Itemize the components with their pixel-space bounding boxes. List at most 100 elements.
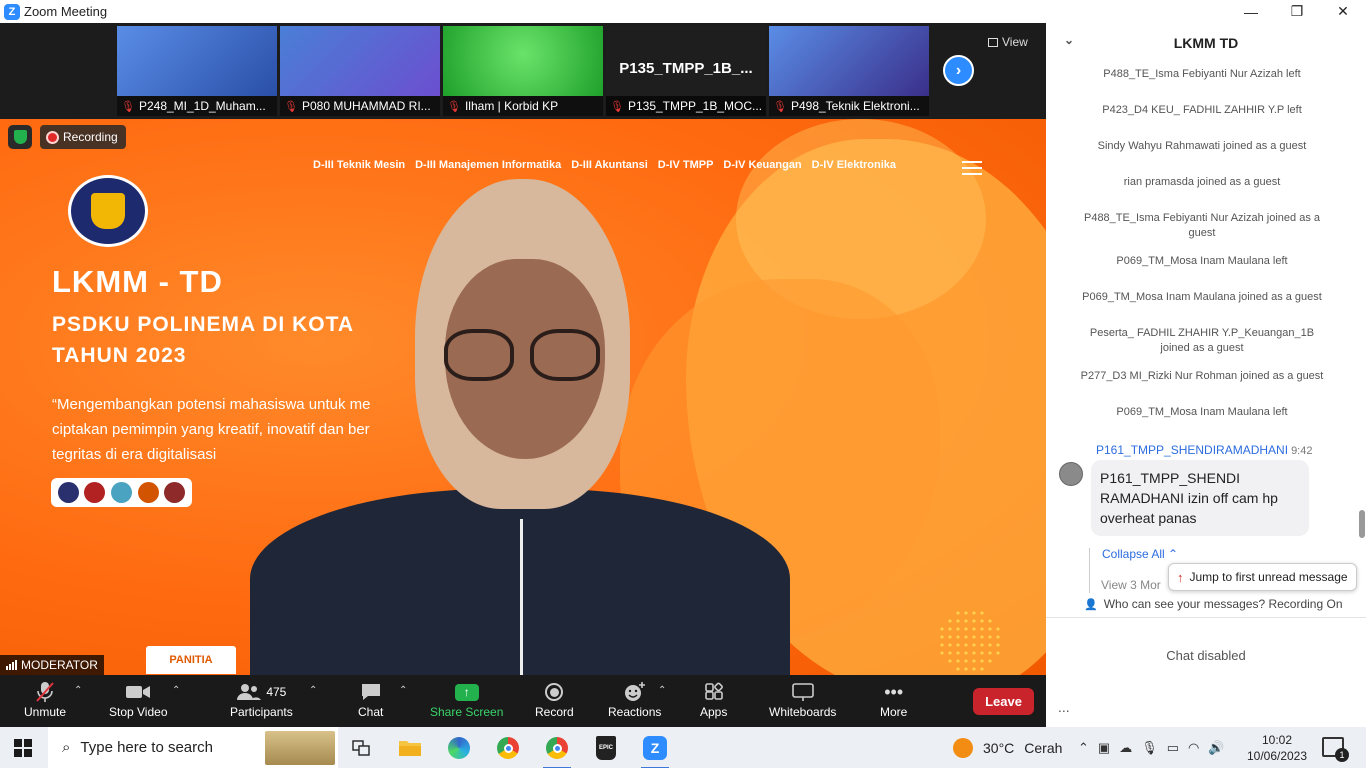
participants-button[interactable]: 475 ⌃ Participants (230, 679, 317, 719)
slide-nav-link: D-IV TMPP (657, 159, 714, 171)
taskbar-search-box[interactable]: ⌕ Type here to search (48, 727, 338, 768)
message-time: 9:42 (1291, 445, 1313, 457)
recording-indicator[interactable]: Recording (40, 125, 126, 149)
leave-button[interactable]: Leave (973, 688, 1034, 715)
partner-logos (51, 478, 192, 507)
view-button[interactable]: View (988, 35, 1028, 49)
apps-icon (704, 679, 724, 705)
share-screen-label: Share Screen (430, 705, 504, 719)
participants-options-chevron-icon[interactable]: ⌃ (309, 685, 317, 696)
notification-count-badge: 1 (1335, 748, 1349, 762)
participant-thumbnail-strip: 🎙 P248_MI_1D_Muham... 🎙 P080 MUHAMMAD RI..… (0, 23, 1046, 119)
edge-browser-icon[interactable] (445, 734, 473, 762)
system-message: Sindy Wahyu Rahmawati joined as a guest (1097, 140, 1307, 152)
jump-label: Jump to first unread message (1189, 570, 1348, 584)
jump-to-unread-button[interactable]: ↑ Jump to first unread message (1168, 563, 1357, 591)
panitia-label: PANITIA (146, 646, 236, 674)
collapse-all-link[interactable]: Collapse All ⌃ (1102, 547, 1178, 561)
battery-icon[interactable]: ▭ (1167, 740, 1179, 756)
participant-display-name: P135_TMPP_1B_... (619, 60, 753, 77)
system-message: P069_TM_Mosa Inam Maulana left (1116, 255, 1288, 267)
chat-disabled-text: Chat disabled (1166, 648, 1246, 663)
task-view-icon[interactable] (347, 734, 375, 762)
emoji-plus-icon (623, 679, 647, 705)
record-button[interactable]: Record (535, 679, 574, 719)
share-screen-button[interactable]: ↑ Share Screen (430, 679, 503, 719)
apps-button[interactable]: Apps (700, 679, 727, 719)
chrome-icon[interactable] (494, 734, 522, 762)
slide-nav-links: D-III Teknik Mesin D-III Manajemen Infor… (313, 159, 896, 171)
video-feed (769, 26, 929, 96)
system-message: P488_TE_Isma Febiyanti Nur Azizah left (1103, 68, 1301, 80)
reactions-button[interactable]: ⌃ Reactions (608, 679, 666, 719)
clock-time: 10:02 (1261, 733, 1293, 747)
next-page-arrow-icon[interactable]: › (943, 55, 974, 86)
participant-name: P080 MUHAMMAD RI... (301, 99, 431, 113)
file-explorer-icon[interactable] (396, 734, 424, 762)
polinema-emblem-logo (68, 175, 148, 247)
audio-options-chevron-icon[interactable]: ⌃ (74, 685, 82, 696)
wifi-icon[interactable]: ◠ (1188, 740, 1199, 756)
avatar (1059, 462, 1083, 486)
grid-icon (988, 37, 998, 47)
chat-bubble-icon (360, 679, 382, 705)
participant-thumbnail[interactable]: 🎙 P248_MI_1D_Muham... (117, 26, 277, 116)
taskbar-clock[interactable]: 10:02 10/06/2023 (1246, 732, 1308, 764)
slide-nav-link: D-III Manajemen Informatika (415, 159, 562, 171)
show-hidden-icons-chevron-icon[interactable]: ⌃ (1078, 740, 1089, 756)
video-options-chevron-icon[interactable]: ⌃ (172, 685, 180, 696)
windows-start-icon[interactable] (14, 739, 32, 757)
weather-widget[interactable]: 30°C Cerah (953, 727, 1062, 768)
unmute-button[interactable]: ⌃ Unmute (24, 679, 82, 719)
epic-games-icon[interactable]: EPIC (592, 734, 620, 762)
slide-nav-link: D-IV Elektronika (811, 159, 897, 171)
zoom-app-icon[interactable]: Z (641, 734, 669, 768)
who-can-see-label: Who can see your messages? Recording On (1103, 597, 1343, 611)
volume-icon[interactable]: 🔊 (1208, 740, 1224, 756)
notification-center-icon[interactable]: 1 (1322, 737, 1349, 762)
chat-more-options-button[interactable]: ... (1058, 699, 1070, 715)
microphone-icon[interactable]: 🎙 (1141, 740, 1158, 756)
encryption-shield-icon[interactable] (8, 125, 32, 149)
camera-icon[interactable]: ▣ (1098, 740, 1110, 756)
minimize-button[interactable]: — (1228, 0, 1274, 23)
participant-thumbnail[interactable]: 🎙 Ilham | Korbid KP (443, 26, 603, 116)
participant-thumbnail[interactable]: P135_TMPP_1B_... 🎙 P135_TMPP_1B_MOC... (606, 26, 766, 116)
participant-thumbnail[interactable]: 🎙 P080 MUHAMMAD RI... (280, 26, 440, 116)
view-label: View (1002, 35, 1028, 49)
divider (1046, 617, 1366, 618)
close-button[interactable]: ✕ (1320, 0, 1366, 23)
view-more-replies-link[interactable]: View 3 Mor (1101, 578, 1161, 592)
system-message: Peserta_ FADHIL ZHAHIR Y.P_Keuangan_1B j… (1089, 327, 1315, 354)
stop-video-label: Stop Video (109, 705, 168, 719)
chat-button[interactable]: ⌃ Chat (358, 679, 407, 719)
whiteboards-label: Whiteboards (769, 705, 837, 719)
speaker-name-tag: MODERATOR (0, 655, 104, 675)
search-placeholder: Type here to search (80, 739, 213, 756)
chat-options-chevron-icon[interactable]: ⌃ (399, 685, 407, 696)
chrome-icon[interactable] (543, 734, 571, 768)
record-label: Record (535, 705, 574, 719)
participant-name: P248_MI_1D_Muham... (138, 99, 266, 113)
muted-mic-icon: 🎙 (284, 100, 298, 113)
recording-dot-icon (48, 132, 57, 142)
more-label: More (880, 705, 908, 719)
sender-name[interactable]: P161_TMPP_SHENDIRAMADHANI (1096, 443, 1288, 457)
chat-scrollbar[interactable] (1359, 66, 1365, 596)
chat-panel: ⌄ LKMM TD P488_TE_Isma Febiyanti Nur Azi… (1046, 23, 1366, 727)
more-button[interactable]: ••• More (880, 679, 908, 720)
whiteboards-button[interactable]: Whiteboards (769, 679, 836, 719)
stop-video-button[interactable]: ⌃ Stop Video (109, 679, 180, 719)
sun-weather-icon (953, 737, 973, 758)
collapse-chevron-icon[interactable]: ⌄ (1064, 33, 1074, 47)
system-message: P069_TM_Mosa Inam Maulana left (1116, 406, 1288, 418)
restore-button[interactable]: ❐ (1274, 0, 1320, 23)
chat-message-bubble[interactable]: P161_TMPP_SHENDI RAMADHANI izin off cam … (1091, 460, 1309, 536)
who-can-see-link[interactable]: 👤 Who can see your messages? Recording O… (1084, 597, 1343, 611)
participant-thumbnail[interactable]: 🎙 P498_Teknik Elektroni... (769, 26, 929, 116)
reactions-options-chevron-icon[interactable]: ⌃ (658, 685, 666, 696)
video-feed (443, 26, 603, 96)
onedrive-cloud-icon[interactable]: ☁ (1119, 740, 1132, 756)
system-message: P488_TE_Isma Febiyanti Nur Azizah joined… (1083, 212, 1321, 239)
message-sender: P161_TMPP_SHENDIRAMADHANI 9:42 (1096, 443, 1312, 457)
